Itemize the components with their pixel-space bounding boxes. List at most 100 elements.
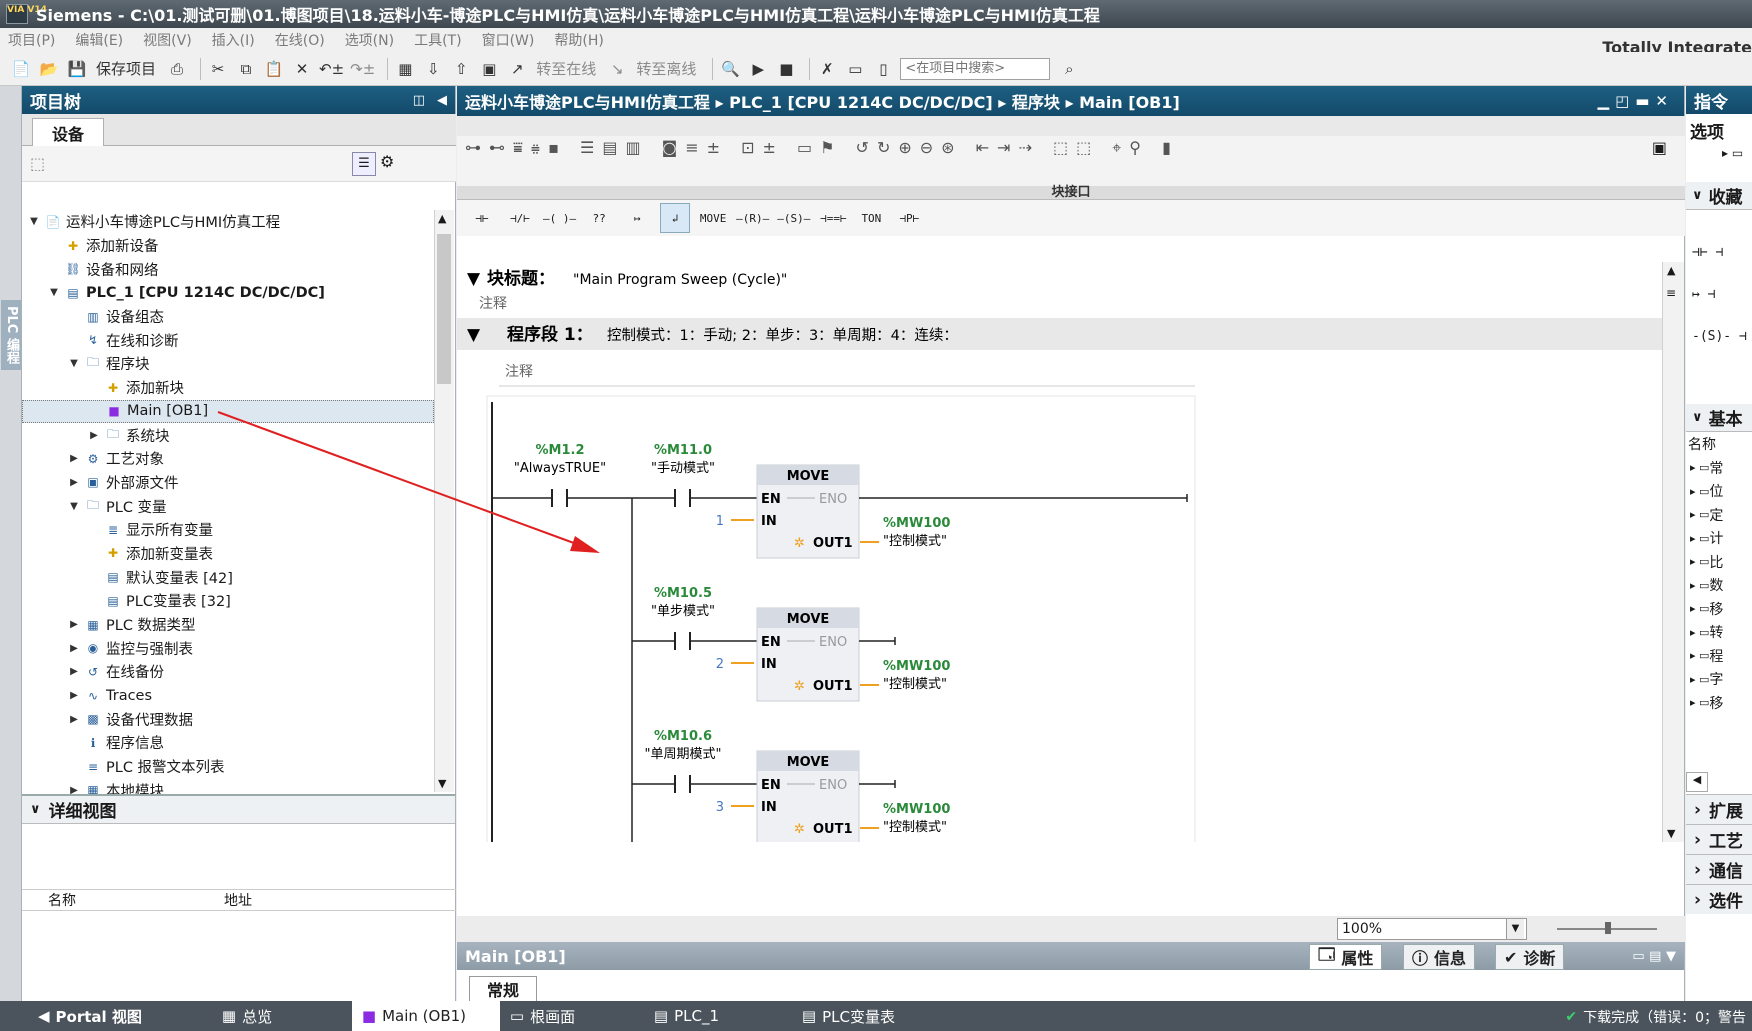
scroll-thumb[interactable] (437, 234, 451, 384)
contact-address[interactable]: %M10.6 (654, 729, 712, 744)
basic-header[interactable]: ∨ 基本 (1686, 404, 1752, 432)
instruction-section-header[interactable]: › 工艺 (1686, 824, 1752, 854)
tree-item[interactable]: ▶ ⚙ 工艺对象 (22, 447, 434, 471)
out-name[interactable]: "控制模式" (883, 677, 947, 692)
open-project-icon[interactable]: 📂 (38, 57, 60, 81)
options-arrow-icon[interactable]: ▸ ▭ (1722, 146, 1743, 160)
tree-item[interactable]: ▶ ◉ 监控与强制表 (22, 636, 434, 660)
search-binoculars-icon[interactable]: ⌕ (1058, 57, 1080, 81)
cross-reference-icon[interactable]: ✗ (816, 57, 838, 81)
portal-view-button[interactable]: ◀ Portal 视图 (28, 1001, 152, 1031)
instruction-category[interactable]: ▸ ▭ 字 (1690, 668, 1723, 692)
instruction-category[interactable]: ▸ ▭ 位 (1690, 480, 1723, 504)
collapsed-arrow-icon[interactable]: ▶ (68, 643, 80, 654)
go-online-button[interactable]: 转至在线 (536, 58, 596, 79)
ladder-diagram[interactable]: ▼ 块标题： "Main Program Sweep (Cycle)" 注释 ▼ 程序段 … (457, 262, 1662, 842)
ladder-tool-button[interactable]: ⊣⊢ (467, 203, 497, 233)
ladder-tool-button[interactable]: –(S)– (777, 203, 810, 233)
tab-general[interactable]: 常规 (469, 976, 537, 1001)
tree-item[interactable]: ▼ ▤ PLC_1 [CPU 1214C DC/DC/DC] (22, 281, 434, 305)
ladder-tool-button[interactable]: ?? (584, 203, 614, 233)
ladder-tool-button[interactable]: ↲ (660, 203, 691, 233)
out-name[interactable]: "控制模式" (883, 534, 947, 549)
delete-icon[interactable]: ✕ (291, 57, 313, 81)
start-cpu-icon[interactable]: ▶ (747, 57, 769, 81)
tree-item[interactable]: ✚ 添加新设备 (22, 234, 434, 258)
out-name[interactable]: "控制模式" (883, 820, 947, 835)
redo-icon[interactable]: ↷± (350, 57, 375, 81)
breadcrumb-item[interactable]: Main [OB1] (1079, 93, 1180, 112)
menu-item[interactable]: 插入(I) (212, 30, 255, 50)
instruction-category[interactable]: ▸ ▭ 计 (1690, 527, 1723, 551)
contact-address[interactable]: %M1.2 (536, 443, 585, 458)
in-value[interactable]: 2 (716, 657, 724, 672)
contact-address[interactable]: %M10.5 (654, 586, 712, 601)
block-title[interactable]: "Main Program Sweep (Cycle)" (573, 272, 787, 288)
col-address[interactable]: 地址 (224, 890, 252, 910)
print-icon[interactable]: ⎙ (166, 57, 188, 81)
chevron-down-icon[interactable]: ▼ (1506, 919, 1524, 939)
in-value[interactable]: 3 (716, 800, 724, 815)
favorites-icons[interactable]: ⊣⊢ ⊣ ↦ ⊣ -(S)- ⊣ (1692, 232, 1747, 358)
tree-item[interactable]: ▶ ▦ PLC 数据类型 (22, 613, 434, 637)
editor-scrollbar[interactable]: ▲ ≡ ▼ (1662, 262, 1684, 842)
collapsed-arrow-icon[interactable]: ▶ (68, 690, 80, 701)
instruction-section-header[interactable]: › 通信 (1686, 854, 1752, 884)
split-icon[interactable]: ≡ (1666, 286, 1676, 300)
scroll-down-icon[interactable]: ▼ (1667, 827, 1675, 840)
tree-item[interactable]: ▼ 🗀 PLC 变量 (22, 494, 434, 518)
expanded-arrow-icon[interactable]: ▼ (48, 287, 60, 298)
collapsed-arrow-icon[interactable]: ▶ (68, 477, 80, 488)
expanded-arrow-icon[interactable]: ▼ (68, 358, 80, 369)
open-editor-tab[interactable]: ▤ PLC变量表 (792, 1001, 940, 1031)
simulation-icon[interactable]: ▣ (478, 57, 500, 81)
go-offline-icon[interactable]: ↘ (606, 57, 628, 81)
expanded-arrow-icon[interactable]: ▼ (28, 216, 40, 227)
menu-item[interactable]: 窗口(W) (482, 30, 535, 50)
menu-item[interactable]: 帮助(H) (554, 30, 603, 50)
tree-item[interactable]: ▶ ▩ 设备代理数据 (22, 707, 434, 731)
tree-item[interactable]: ✚ 添加新块 (22, 376, 434, 400)
ladder-tool-button[interactable]: –(R)– (736, 203, 769, 233)
out-address[interactable]: %MW100 (883, 659, 950, 674)
new-folder-icon[interactable]: ⬚ (30, 154, 45, 173)
instruction-category[interactable]: ▸ ▭ 比 (1690, 550, 1723, 574)
menu-item[interactable]: 选项(N) (345, 30, 394, 50)
tree-item[interactable]: ▶ 🗀 系统块 (22, 423, 434, 447)
contact-name[interactable]: "AlwaysTRUE" (514, 461, 606, 476)
breadcrumb-item[interactable]: 运料小车博途PLC与HMI仿真工程 (465, 93, 710, 112)
ladder-tool-button[interactable]: TON (856, 203, 886, 233)
save-icon[interactable]: 💾 (66, 57, 88, 81)
window-controls[interactable]: ▁◰▬✕ (1598, 92, 1674, 110)
download-icon[interactable]: ⇩ (422, 57, 444, 81)
copy-icon[interactable]: ⧉ (235, 57, 257, 81)
collapsed-arrow-icon[interactable]: ▶ (68, 619, 80, 630)
instruction-section-header[interactable]: › 扩展 (1686, 794, 1752, 824)
menu-item[interactable]: 项目(P) (8, 30, 55, 50)
instruction-category[interactable]: ▸ ▭ 数 (1690, 574, 1723, 598)
panel-controls[interactable]: ▭ ▤ ▼ (1632, 949, 1676, 964)
menu-item[interactable]: 编辑(E) (75, 30, 123, 50)
cut-icon[interactable]: ✂ (207, 57, 229, 81)
open-editor-tab[interactable]: ▤ PLC_1 (644, 1001, 792, 1031)
contact-name[interactable]: "手动模式" (651, 461, 715, 476)
save-project-button[interactable]: 保存项目 (96, 58, 156, 79)
zoom-slider[interactable] (1557, 922, 1657, 934)
tab-diagnostics[interactable]: ✔ 诊断 (1495, 944, 1565, 970)
contact-name[interactable]: "单周期模式" (645, 747, 722, 762)
tree-item[interactable]: ■ Main [OB1] (22, 399, 434, 424)
tree-item[interactable]: ▶ ▣ 外部源文件 (22, 471, 434, 495)
tree-settings-icon[interactable]: ⚙ (380, 152, 394, 171)
instruction-section-header[interactable]: › 选件 (1686, 884, 1752, 914)
stop-cpu-icon[interactable]: ■ (775, 57, 797, 81)
detail-view-header[interactable]: ∨ 详细视图 (22, 796, 455, 824)
tab-info[interactable]: ⓘ 信息 (1403, 944, 1476, 970)
pin-icon[interactable]: ◫ (413, 93, 425, 108)
ladder-tool-button[interactable]: ⊣/⊢ (505, 203, 535, 233)
split-vertical-icon[interactable]: ▯ (872, 57, 894, 81)
network-comment[interactable]: 注释 (505, 364, 533, 380)
zoom-select[interactable]: 100% ▼ (1337, 918, 1527, 940)
breadcrumb-item[interactable]: 程序块 (1012, 93, 1060, 112)
open-editor-tab[interactable]: ▭ 根画面 (500, 1001, 644, 1031)
contact-name[interactable]: "单步模式" (651, 604, 715, 619)
